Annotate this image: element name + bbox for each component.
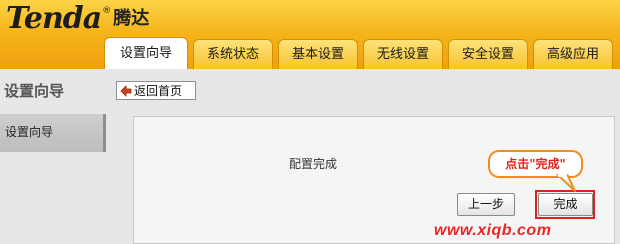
tab-basic-settings[interactable]: 基本设置	[278, 39, 358, 69]
logo-registered-mark: ®	[102, 6, 112, 16]
back-home-button[interactable]: 返回首页	[116, 81, 196, 100]
header-bar: Tenda ® 腾达 设置向导 系统状态 基本设置 无线设置 安全设置 高级应用	[0, 0, 620, 69]
sidebar-item-setup-wizard[interactable]: 设置向导	[0, 114, 106, 152]
logo-chinese-text: 腾达	[113, 8, 150, 29]
tab-system-status[interactable]: 系统状态	[193, 39, 273, 69]
tab-security-settings[interactable]: 安全设置	[448, 39, 528, 69]
back-home-label: 返回首页	[134, 84, 183, 98]
tab-wireless-settings[interactable]: 无线设置	[363, 39, 443, 69]
callout-pointer-icon	[556, 174, 576, 192]
tab-advanced[interactable]: 高级应用	[533, 39, 613, 69]
tab-setup-wizard[interactable]: 设置向导	[104, 37, 188, 69]
config-complete-message: 配置完成	[289, 157, 338, 171]
main-nav-tabs: 设置向导 系统状态 基本设置 无线设置 安全设置 高级应用	[104, 37, 618, 69]
logo-text: Tenda	[6, 1, 102, 36]
tenda-logo: Tenda ® 腾达	[6, 2, 149, 36]
back-arrow-icon	[119, 84, 133, 98]
previous-step-button[interactable]: 上一步	[457, 193, 515, 216]
page-title: 设置向导	[4, 82, 65, 100]
finish-button[interactable]: 完成	[538, 193, 593, 216]
site-watermark: www.xiqb.com	[434, 222, 552, 239]
